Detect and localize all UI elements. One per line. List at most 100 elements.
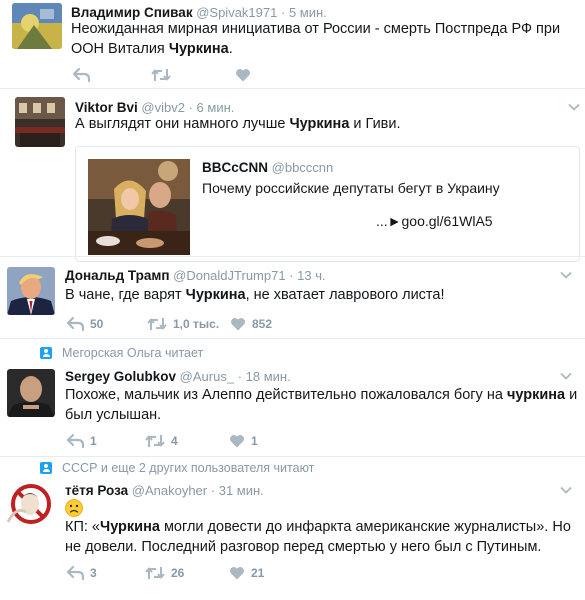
retweet-icon <box>145 567 165 579</box>
retweet-button[interactable]: 26 <box>145 564 184 582</box>
text-segment: В чане, где варят <box>65 287 186 303</box>
retweet-icon <box>151 69 171 81</box>
retweet-button[interactable] <box>151 66 171 84</box>
retweet-count: 4 <box>171 434 178 448</box>
text-segment: А выглядят они намного лучше <box>75 116 290 132</box>
display-name[interactable]: Sergey Golubkov <box>65 369 176 384</box>
reply-button[interactable]: 3 <box>67 564 97 582</box>
handle[interactable]: @Anakoyher <box>132 483 207 498</box>
avatar[interactable] <box>7 267 55 315</box>
like-button[interactable]: 21 <box>229 564 264 582</box>
social-context[interactable]: Мегорская Ольга читает <box>40 346 203 360</box>
quoted-tweet[interactable]: BBCcCNN @bbcccnn Почему российские депут… <box>75 146 580 262</box>
separator-dot: · <box>210 483 216 498</box>
text-segment: КП: « <box>65 519 100 535</box>
retweet-button[interactable]: 4 <box>145 432 178 450</box>
reply-button[interactable] <box>73 66 90 84</box>
quoted-tweet-header: BBCcCNN @bbcccnn <box>202 160 333 175</box>
highlight-term[interactable]: чуркина <box>507 387 565 403</box>
tweet-header: Sergey Golubkov @Aurus_ · 18 мин. <box>65 368 291 385</box>
handle[interactable]: @DonaldJTrump71 <box>173 268 285 283</box>
social-context-text: Мегорская Ольга читает <box>62 346 204 360</box>
handle[interactable]: @Spivak1971 <box>196 5 277 20</box>
reply-button[interactable]: 1 <box>67 432 97 450</box>
retweet-count: 26 <box>171 566 185 580</box>
text-segment: и Гиви. <box>349 116 401 132</box>
timestamp[interactable]: 13 ч. <box>297 268 325 283</box>
chevron-down-icon[interactable] <box>560 370 572 382</box>
text-segment: . <box>228 41 233 57</box>
heart-icon <box>231 318 245 331</box>
social-context-text: СССР и еще 2 других пользователя читают <box>62 461 315 475</box>
tweet-text: А выглядят они намного лучше Чуркина и Г… <box>75 114 575 134</box>
quoted-tweet-link[interactable]: ...►goo.gl/61WlA5 <box>376 213 493 229</box>
chevron-down-icon[interactable] <box>560 269 572 281</box>
tweet-actions: 1 4 1 <box>67 432 327 450</box>
highlight-term[interactable]: Чуркина <box>186 287 246 303</box>
sad-face-emoji <box>65 499 83 517</box>
tweet-header: Дональд Трамп @DonaldJTrump71 · 13 ч. <box>65 267 326 284</box>
like-count: 21 <box>251 566 265 580</box>
like-count: 1 <box>251 434 258 448</box>
person-icon <box>40 462 52 474</box>
chevron-down-icon[interactable] <box>568 101 580 113</box>
tweet-4[interactable]: Мегорская Ольга читает Sergey Golubkov @… <box>0 339 585 457</box>
tweet-text: КП: «Чуркина могли довести до инфаркта а… <box>65 517 580 557</box>
social-context[interactable]: СССР и еще 2 других пользователя читают <box>40 461 314 475</box>
tweet-5[interactable]: СССР и еще 2 других пользователя читают … <box>0 457 585 600</box>
timestamp[interactable]: 31 мин. <box>219 483 264 498</box>
retweet-icon <box>147 318 167 330</box>
tweet-actions: 3 26 21 <box>67 564 327 582</box>
retweet-icon <box>145 435 165 447</box>
text-segment: был услышан. <box>65 407 162 423</box>
display-name[interactable]: Viktor Bvi <box>75 100 138 115</box>
heart-icon <box>230 567 244 580</box>
tweet-actions: 50 1,0 тыс. 852 <box>67 315 327 333</box>
reply-icon <box>67 434 84 448</box>
display-name[interactable]: Владимир Спивак <box>71 5 193 20</box>
handle[interactable]: @Aurus_ <box>180 369 234 384</box>
reply-icon <box>73 68 90 82</box>
timestamp[interactable]: 18 мин. <box>246 369 291 384</box>
avatar[interactable] <box>12 3 62 49</box>
reply-icon <box>67 566 84 580</box>
timestamp[interactable]: 6 мин. <box>197 100 235 115</box>
display-name[interactable]: Дональд Трамп <box>65 268 170 283</box>
reply-button[interactable]: 50 <box>67 315 103 333</box>
text-segment: Неожиданная мирная инициатива от России … <box>71 21 561 57</box>
retweet-count: 1,0 тыс. <box>173 317 220 331</box>
separator-dot: · <box>289 268 294 283</box>
handle[interactable]: @vibv2 <box>141 100 185 115</box>
text-segment: не довели. Последний разговор перед смер… <box>65 539 542 555</box>
tweet-header: тётя Роза @Anakoyher · 31 мин. <box>65 482 264 499</box>
avatar[interactable] <box>15 97 65 147</box>
separator-dot: · <box>188 100 193 115</box>
quoted-display-name[interactable]: BBCcCNN <box>202 160 268 175</box>
text-segment: Похоже, мальчик из Алеппо действительно … <box>65 387 507 403</box>
avatar[interactable] <box>6 482 56 528</box>
tweet-3[interactable]: Дональд Трамп @DonaldJTrump71 · 13 ч. В … <box>0 257 585 337</box>
quoted-handle[interactable]: @bbcccnn <box>272 160 334 175</box>
tweet-2[interactable]: Viktor Bvi @vibv2 · 6 мин. А выглядят он… <box>0 89 585 262</box>
highlight-term[interactable]: Чуркина <box>289 116 349 132</box>
avatar[interactable] <box>7 369 55 417</box>
reply-count: 50 <box>90 317 104 331</box>
highlight-term[interactable]: Чуркина <box>169 41 229 57</box>
tweet-1[interactable]: Владимир Спивак @Spivak1971 · 5 мин. Нео… <box>0 0 585 88</box>
highlight-term[interactable]: Чуркина <box>100 519 160 535</box>
like-button[interactable]: 852 <box>230 315 272 333</box>
like-button[interactable] <box>235 66 251 84</box>
text-segment: , не хватает лаврового листа! <box>245 287 445 303</box>
quoted-tweet-text: Почему российские депутаты бегут в Украи… <box>202 180 500 196</box>
separator-dot: · <box>237 369 243 384</box>
timestamp[interactable]: 5 мин. <box>289 5 327 20</box>
tweet-actions <box>73 66 273 84</box>
retweet-button[interactable]: 1,0 тыс. <box>147 315 219 333</box>
reply-count: 3 <box>90 566 97 580</box>
chevron-down-icon[interactable] <box>560 484 572 496</box>
quoted-tweet-photo[interactable] <box>88 159 190 255</box>
display-name[interactable]: тётя Роза <box>65 483 128 498</box>
like-button[interactable]: 1 <box>229 432 258 450</box>
tweet-text: В чане, где варят Чуркина, не хватает ла… <box>65 285 570 305</box>
separator-dot: · <box>280 5 286 20</box>
